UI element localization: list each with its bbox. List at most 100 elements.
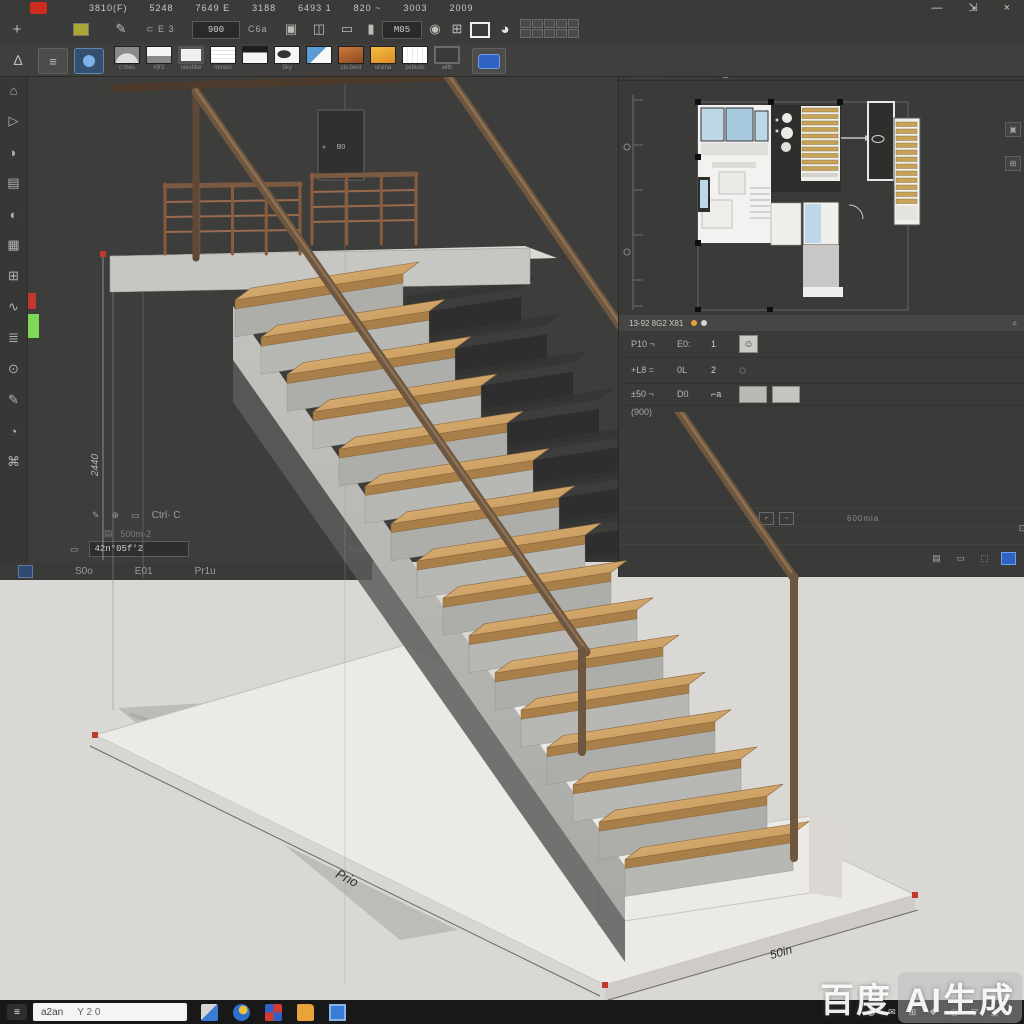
plan-door-swing: [849, 205, 863, 219]
style-thumb[interactable]: Sky: [272, 46, 302, 74]
image-icon[interactable]: [72, 19, 90, 39]
circle-icon[interactable]: ◉: [426, 19, 444, 39]
circle-tool-icon[interactable]: ◐: [3, 204, 25, 224]
square-frame-icon[interactable]: [470, 22, 490, 38]
model-icon[interactable]: [18, 565, 33, 578]
value-input[interactable]: 900: [192, 21, 240, 39]
document-tool-icon[interactable]: ▤: [3, 173, 25, 193]
style-thumb[interactable]: niestibe: [176, 46, 206, 74]
start-button[interactable]: ≡: [7, 1004, 27, 1020]
property-label: 0L: [677, 365, 711, 375]
style-thumb[interactable]: moses: [208, 46, 238, 74]
select-tool-icon[interactable]: ▷: [3, 111, 25, 131]
app-logo-icon: [30, 2, 47, 14]
style-thumb[interactable]: #9'2: [144, 46, 174, 74]
close-icon[interactable]: ×: [1004, 0, 1010, 16]
styles-toolbar: ∆ ≡ c:mes #9'2 niestibe moses Sky cis:be…: [0, 44, 1024, 77]
slider-settings-icon[interactable]: ≡: [38, 48, 68, 74]
align-icon[interactable]: ▤: [929, 552, 944, 565]
restore-icon[interactable]: ⇲: [968, 0, 977, 16]
taskbar-search-input[interactable]: a2an Υ 2 0: [33, 1003, 187, 1021]
properties-header[interactable]: 13-92 8G2 X81 ≠: [619, 315, 1024, 331]
curve-tool-icon[interactable]: ∿: [3, 297, 25, 317]
active-view-icon[interactable]: [1001, 552, 1016, 565]
search-text: a2an: [41, 1007, 63, 1018]
home-tool-icon[interactable]: ⌂: [3, 80, 25, 100]
viewport-status-row2: ▤ 500m·2: [104, 528, 151, 539]
style-thumb[interactable]: [240, 46, 270, 74]
style-thumb[interactable]: cis:bent: [336, 46, 366, 74]
blue-material-icon[interactable]: [472, 48, 506, 74]
frame-icon[interactable]: ▭: [953, 552, 968, 565]
pencil-tool-icon[interactable]: ✎: [3, 390, 25, 410]
small-box-icon[interactable]: ▫: [779, 512, 794, 525]
menu-item[interactable]: 7649 E: [196, 3, 231, 13]
browser-app-icon[interactable]: [233, 1004, 250, 1021]
files-app-icon[interactable]: [201, 1004, 218, 1021]
layers-tool-icon[interactable]: ≣: [3, 328, 25, 348]
pie-tool-icon[interactable]: ◔: [3, 421, 25, 441]
menu-item[interactable]: 5248: [150, 3, 174, 13]
edit-icon[interactable]: ✎: [92, 510, 100, 521]
globe-icon[interactable]: ◕: [496, 19, 514, 39]
grid-tool-icon[interactable]: ⊞: [3, 266, 25, 286]
panel-icon[interactable]: ◫: [310, 19, 328, 39]
color-swatch[interactable]: [739, 386, 767, 403]
style-thumb[interactable]: [304, 46, 334, 74]
refresh-icon[interactable]: ◌: [739, 363, 746, 377]
menu-item[interactable]: 2009: [449, 3, 473, 13]
mini-button-grid[interactable]: [520, 19, 579, 38]
style-caption: psbuds: [405, 64, 424, 72]
floor-plan-view[interactable]: [619, 80, 1024, 312]
menu-item[interactable]: 820 ~: [354, 3, 382, 13]
folder-app-icon[interactable]: [297, 1004, 314, 1021]
hatch-tool-icon[interactable]: ▦: [3, 235, 25, 255]
window-icon[interactable]: ▭: [338, 19, 356, 39]
menu-item[interactable]: 6493 1: [298, 3, 332, 13]
window-app-icon[interactable]: [329, 1004, 346, 1021]
snap-icon[interactable]: ⊡: [1015, 522, 1024, 535]
value-input-2[interactable]: M05: [382, 21, 422, 39]
material-preview-icon[interactable]: ☺: [739, 335, 758, 353]
grid-icon[interactable]: ⊞: [448, 19, 466, 39]
expand-icon[interactable]: ≠: [1013, 319, 1017, 328]
status-dot-icon: [691, 320, 697, 326]
bar-icon[interactable]: ▮: [362, 19, 380, 39]
pan-icon[interactable]: ▣: [1005, 122, 1021, 137]
corner-frame-icon[interactable]: ⌐: [759, 512, 774, 525]
office-app-icon[interactable]: [265, 1004, 282, 1021]
style-caption: niestibe: [181, 64, 202, 72]
property-label: ±50 ¬: [631, 389, 677, 399]
style-thumb[interactable]: with: [432, 46, 462, 74]
base-slab: [95, 645, 915, 1002]
style-caption: moses: [214, 64, 232, 72]
footer-label[interactable]: Pr1u: [195, 566, 216, 577]
command-tool-icon[interactable]: ⌘: [3, 452, 25, 472]
menu-item[interactable]: 3188: [252, 3, 276, 13]
measurement-input[interactable]: 42n°05f'2: [89, 541, 189, 557]
tent-tool-icon[interactable]: ∆: [8, 50, 28, 70]
stair-shadow: [118, 690, 660, 940]
menu-item[interactable]: 3810(F): [89, 3, 128, 13]
box-icon[interactable]: ▭: [131, 510, 140, 521]
footer-label[interactable]: S0o: [75, 566, 93, 577]
move-tool-icon[interactable]: +: [8, 19, 26, 39]
menu-item[interactable]: 3003: [403, 3, 427, 13]
shape-tool-icon[interactable]: ◗: [3, 142, 25, 162]
3d-viewport-background[interactable]: [28, 76, 618, 562]
target-icon[interactable]: ⊕: [112, 510, 120, 521]
selected-orbit-tool-icon[interactable]: [74, 48, 104, 74]
expand-view-icon[interactable]: ⬚: [977, 552, 992, 565]
pencil-icon[interactable]: ✎: [112, 19, 130, 39]
zoom-extents-icon[interactable]: ⊞: [1005, 156, 1021, 171]
photo-frame-icon[interactable]: ▣: [282, 19, 300, 39]
minimize-icon[interactable]: —: [931, 0, 942, 16]
panel-footer-label: 600mla: [847, 514, 879, 523]
style-thumb[interactable]: c:mes: [112, 46, 142, 74]
target-tool-icon[interactable]: ⊙: [3, 359, 25, 379]
color-swatch[interactable]: [772, 386, 800, 403]
ruler-marker-icon: [624, 249, 630, 255]
style-thumb[interactable]: orsina: [368, 46, 398, 74]
footer-label[interactable]: E01: [135, 566, 153, 577]
style-thumb[interactable]: psbuds: [400, 46, 430, 74]
